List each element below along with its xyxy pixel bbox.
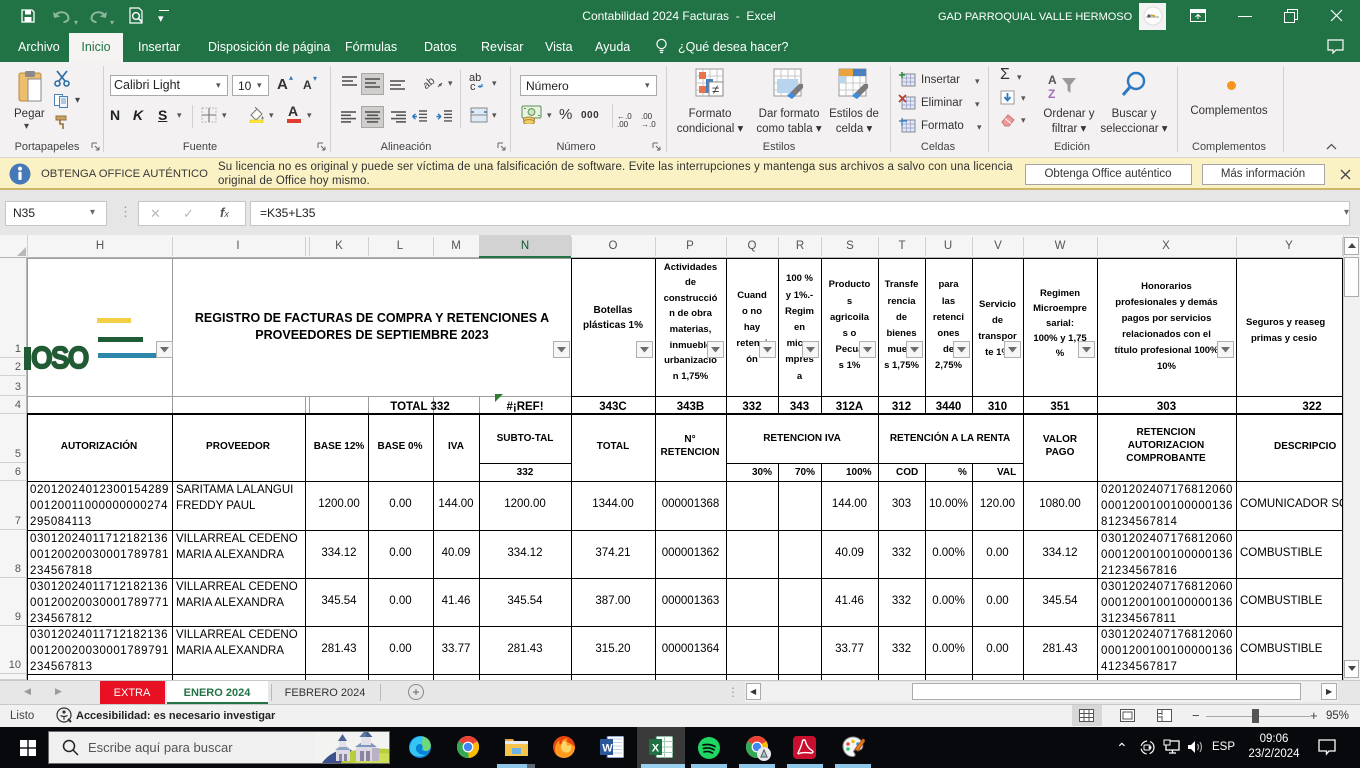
svg-text:≠: ≠ bbox=[712, 82, 719, 97]
svg-text:A: A bbox=[1048, 73, 1057, 87]
svg-text:c: c bbox=[470, 81, 476, 91]
svg-text:X: X bbox=[652, 743, 660, 755]
svg-text:ab: ab bbox=[424, 75, 437, 91]
svg-text:Z: Z bbox=[1048, 87, 1055, 100]
svg-text:W: W bbox=[602, 743, 613, 755]
